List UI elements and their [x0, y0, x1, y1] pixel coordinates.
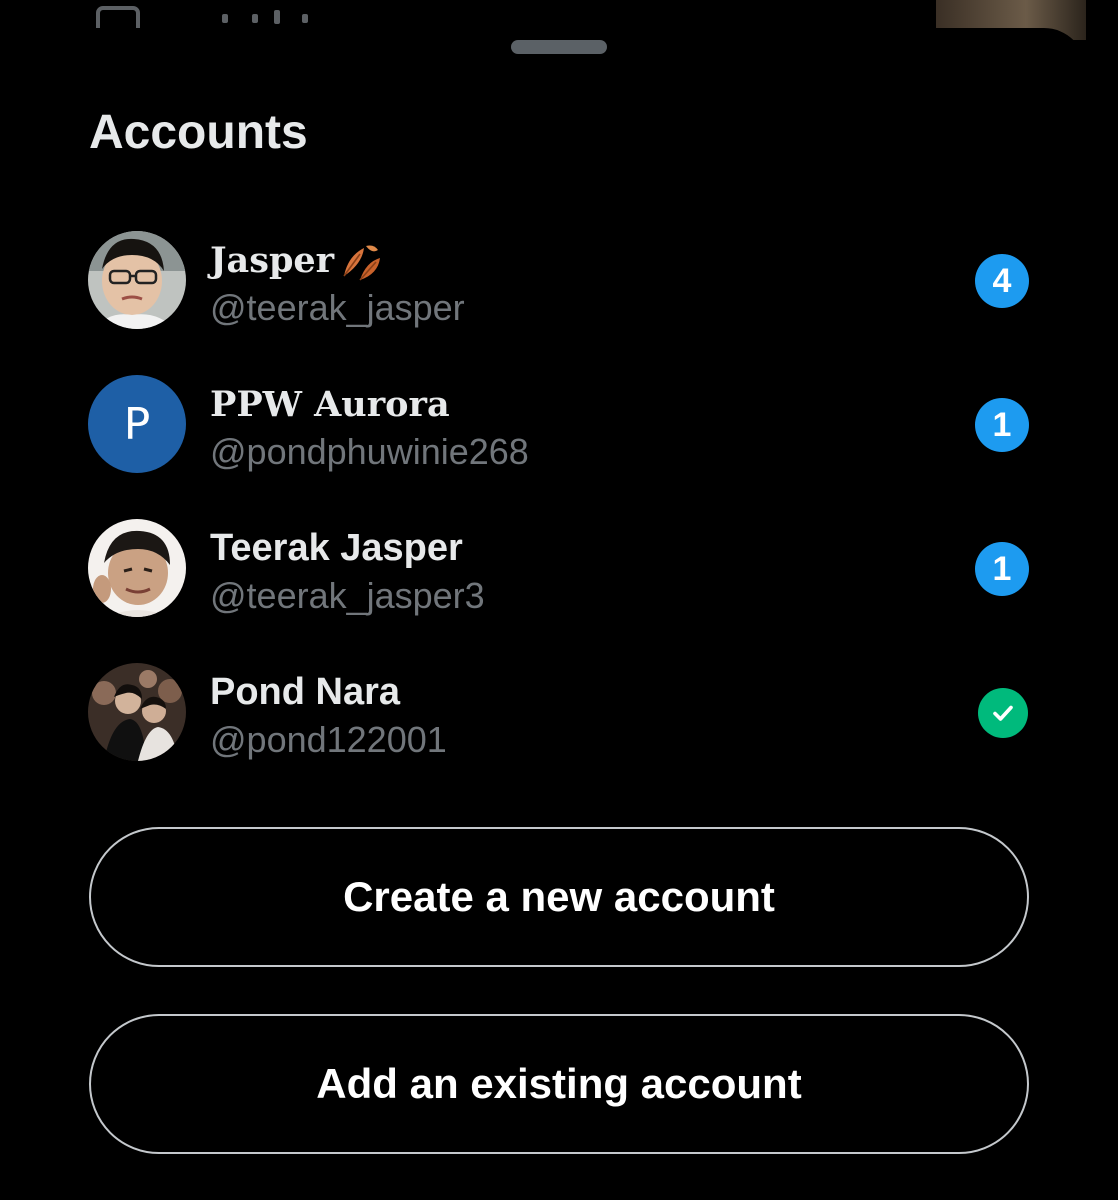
unread-count-badge: 4	[975, 254, 1029, 308]
add-existing-account-button[interactable]: Add an existing account	[89, 1014, 1029, 1154]
account-row-ppw-aurora[interactable]: P PPW Aurora @pondphuwinie268 1	[0, 352, 1118, 496]
account-handle: @pondphuwinie268	[210, 431, 529, 472]
avatar-letter: P	[123, 398, 151, 450]
account-handle: @teerak_jasper3	[210, 575, 485, 616]
active-account-check-icon	[978, 688, 1028, 738]
account-handle: @teerak_jasper	[210, 287, 465, 328]
avatar	[88, 519, 186, 617]
sheet-title: Accounts	[89, 106, 308, 159]
avatar	[88, 663, 186, 761]
account-display-name: Jasper	[210, 240, 335, 281]
account-list: Jasper @teerak_jasper 4 P PPW Aurora @po…	[0, 208, 1118, 784]
account-row-pond-nara[interactable]: Pond Nara @pond122001	[0, 640, 1118, 784]
account-display-name: Pond Nara	[210, 671, 401, 713]
avatar	[88, 231, 186, 329]
account-handle: @pond122001	[210, 719, 447, 760]
account-display-name: Teerak Jasper	[210, 527, 463, 569]
create-account-button[interactable]: Create a new account	[89, 827, 1029, 967]
background-text-fragment	[222, 10, 312, 24]
account-row-teerak-jasper[interactable]: Jasper @teerak_jasper 4	[0, 208, 1118, 352]
avatar: P	[88, 375, 186, 473]
unread-count-badge: 1	[975, 398, 1029, 452]
account-row-teerak-jasper3[interactable]: Teerak Jasper @teerak_jasper3 1	[0, 496, 1118, 640]
fallen-leaf-emoji-icon	[343, 245, 381, 281]
sheet-drag-handle[interactable]	[511, 40, 607, 54]
account-display-name: PPW Aurora	[210, 384, 450, 425]
unread-count-badge: 1	[975, 542, 1029, 596]
